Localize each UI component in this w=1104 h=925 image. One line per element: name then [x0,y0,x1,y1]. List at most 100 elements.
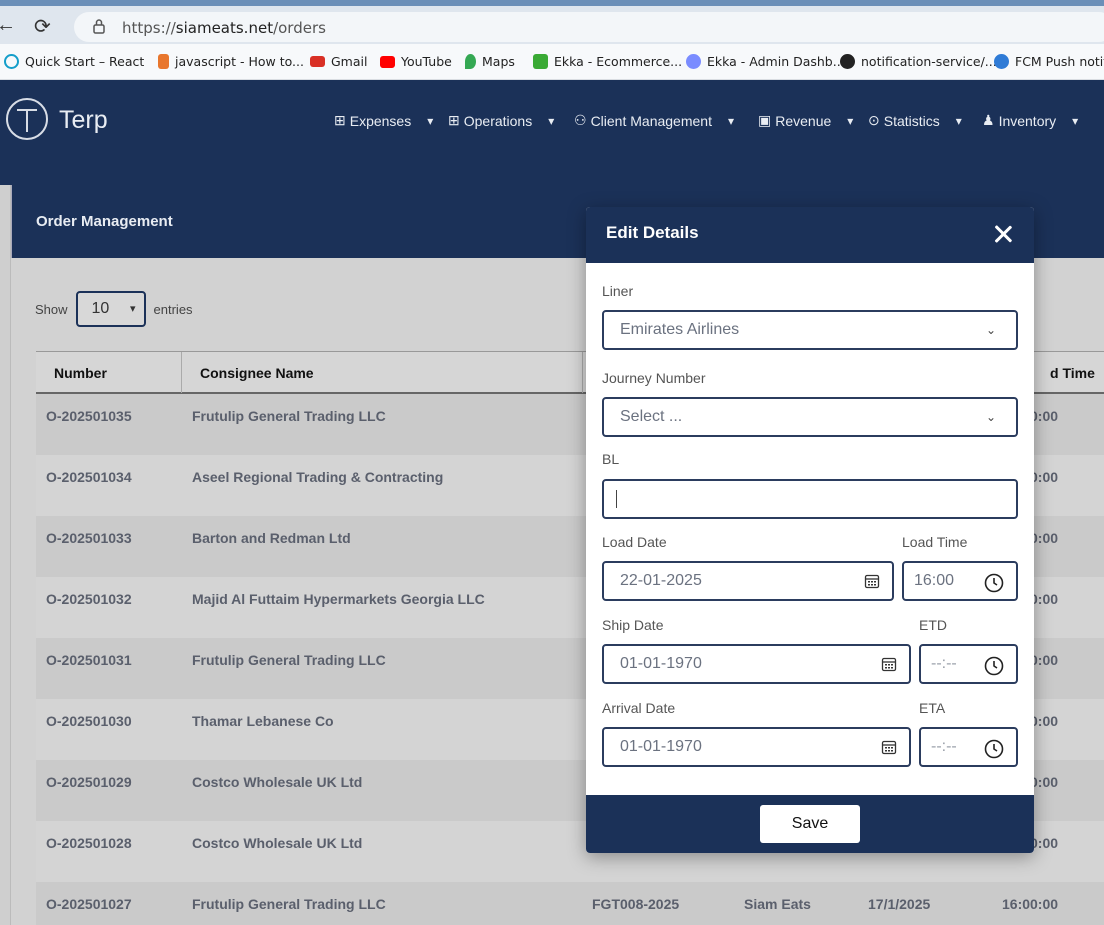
cell-consignee: Barton and Redman Ltd [192,530,351,546]
cell-number: O-202501027 [46,896,132,912]
app-logo-text[interactable]: Terp [59,106,108,135]
user-icon: ♟ [982,112,995,128]
load-date-input[interactable]: 22-01-2025 [602,561,894,601]
cell-time: 16:00:00 [1002,896,1059,912]
app-header: Terp ⊞ Expenses ▾ ⊞ Operations ▾ ⚇ Client Man… [0,80,1104,185]
lock-icon [93,19,105,34]
bookmark-gmail[interactable]: Gmail [310,54,367,69]
liner-select[interactable]: Emirates Airlines ⌄ [602,310,1018,350]
load-time-input[interactable]: 16:00 [902,561,1018,601]
chevron-down-icon: ▾ [1072,113,1079,128]
chevron-down-icon: ⌄ [985,410,996,424]
column-consignee[interactable]: Consignee Name [200,365,314,381]
bookmark-ekka-ecommerce[interactable]: Ekka - Ecommerce... [533,54,682,69]
etd-input[interactable]: --:-- [919,644,1018,684]
chevron-down-icon: ⌄ [985,323,996,337]
address-bar[interactable]: https://siameats.net/orders [74,12,1104,42]
entries-control: Show 10 ▾ entries [35,291,193,327]
user-plus-icon: ⚇ [574,112,587,128]
calendar-icon[interactable] [864,573,880,589]
cell-date: 17/1/2025 [868,896,931,912]
cell-reference: FGT008-2025 [592,896,680,912]
ekka-icon [533,54,548,69]
maps-pin-icon [465,54,476,69]
bookmark-quick-start-react[interactable]: Quick Start – React [4,54,144,69]
box-icon: ⊞ [448,112,460,128]
nav-inventory[interactable]: ♟ Inventory ▾ [982,112,1078,129]
text-cursor [616,490,617,508]
react-icon [4,54,19,69]
journey-number-label: Journey Number [602,370,706,386]
bookmark-youtube[interactable]: YouTube [380,54,452,69]
cell-number: O-202501029 [46,774,132,790]
clock-icon[interactable] [984,739,1004,759]
clock-icon[interactable] [984,573,1004,593]
ship-date-input[interactable]: 01-01-1970 [602,644,911,684]
show-label: Show [35,301,68,317]
cell-number: O-202501032 [46,591,132,607]
url-text: https://siameats.net/orders [122,19,326,37]
youtube-icon [380,55,395,68]
load-time-label: Load Time [902,534,968,550]
cell-number: O-202501033 [46,530,132,546]
back-arrow-icon[interactable]: ← [0,14,16,37]
calendar-icon[interactable] [881,739,897,755]
column-number[interactable]: Number [54,365,107,381]
nav-statistics[interactable]: ⊙ Statistics ▾ [868,112,962,129]
box-icon: ⊞ [334,112,346,128]
bookmark-javascript[interactable]: javascript - How to... [158,54,304,69]
bl-input[interactable] [602,479,1018,519]
cell-number: O-202501028 [46,835,132,851]
reload-icon[interactable]: ⟳ [34,14,51,39]
cell-brand: Siam Eats [744,896,811,912]
chevron-down-icon: ▾ [427,113,434,128]
browser-toolbar: ← ⟳ https://siameats.net/orders [0,0,1104,44]
nav-operations[interactable]: ⊞ Operations ▾ [448,112,554,129]
cell-number: O-202501035 [46,408,132,424]
calendar-icon[interactable] [881,656,897,672]
cell-consignee: Frutulip General Trading LLC [192,408,386,424]
chevron-down-icon: ▾ [727,113,734,128]
chevron-down-icon: ▾ [955,113,962,128]
edit-details-modal: Edit Details Liner Emirates Airlines ⌄ Jo… [586,207,1034,853]
bookmarks-bar: Quick Start – React javascript - How to.… [0,44,1104,80]
entries-select[interactable]: 10 ▾ [75,291,146,327]
bookmark-fcm-push[interactable]: FCM Push notific [994,54,1104,69]
bookmark-maps[interactable]: Maps [465,54,515,69]
cell-consignee: Aseel Regional Trading & Contracting [192,469,444,485]
ship-date-label: Ship Date [602,617,664,633]
cell-consignee: Thamar Lebanese Co [192,713,334,729]
bookmark-ekka-admin[interactable]: Ekka - Admin Dashb... [686,54,845,69]
load-date-label: Load Date [602,534,667,550]
terp-logo-icon[interactable] [6,98,48,140]
table-row[interactable]: O-202501027 Frutulip General Trading LLC F… [36,882,1104,925]
arrival-date-label: Arrival Date [602,700,676,716]
nav-revenue[interactable]: ▣ Revenue ▾ [758,112,853,129]
bookmark-notification-service[interactable]: notification-service/... [840,54,997,69]
close-icon[interactable] [994,225,1012,243]
cell-consignee: Frutulip General Trading LLC [192,896,386,912]
chevron-down-icon: ▾ [548,113,555,128]
nav-expenses[interactable]: ⊞ Expenses ▾ [334,112,433,129]
github-icon [840,54,855,69]
modal-title: Edit Details [606,223,699,242]
entries-label: entries [153,301,193,317]
cell-consignee: Costco Wholesale UK Ltd [192,774,363,790]
etd-label: ETD [919,617,947,633]
nav-client-management[interactable]: ⚇ Client Management ▾ [574,112,734,129]
modal-header: Edit Details [586,207,1034,263]
chevron-down-icon: ▾ [130,303,136,315]
arrival-date-input[interactable]: 01-01-1970 [602,727,911,767]
chevron-down-icon: ▾ [847,113,854,128]
clock-icon[interactable] [984,656,1004,676]
dots-circle-icon: ⊙ [868,112,880,128]
bl-label: BL [602,451,620,467]
eta-input[interactable]: --:-- [919,727,1018,767]
cell-consignee: Frutulip General Trading LLC [192,652,386,668]
column-time[interactable]: d Time [1050,365,1095,381]
journey-number-select[interactable]: Select ... ⌄ [602,397,1018,437]
ekka-admin-icon [686,54,701,69]
save-button[interactable]: Save [760,805,860,843]
page-title: Order Management [36,213,173,230]
archive-icon: ▣ [758,112,772,128]
